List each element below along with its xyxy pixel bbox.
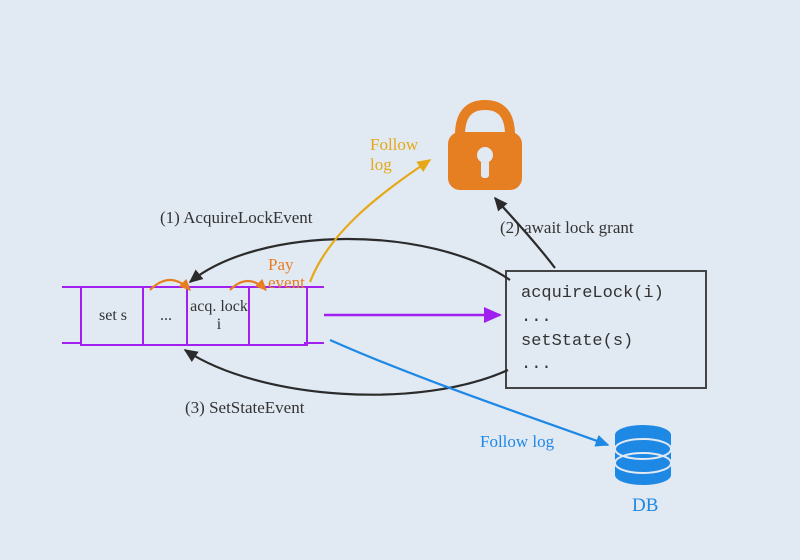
arrow-step3 [185, 350, 508, 395]
database-icon [615, 425, 671, 485]
arrow-step1 [190, 239, 510, 282]
arrow-pay-hop-2 [230, 281, 266, 290]
arrow-follow-log-top [310, 160, 430, 282]
arrow-follow-log-bottom [330, 340, 608, 445]
lock-icon [448, 105, 522, 190]
arrow-pay-hop-1 [150, 280, 190, 290]
arrow-layer [0, 0, 800, 560]
arrow-step2 [495, 198, 555, 268]
